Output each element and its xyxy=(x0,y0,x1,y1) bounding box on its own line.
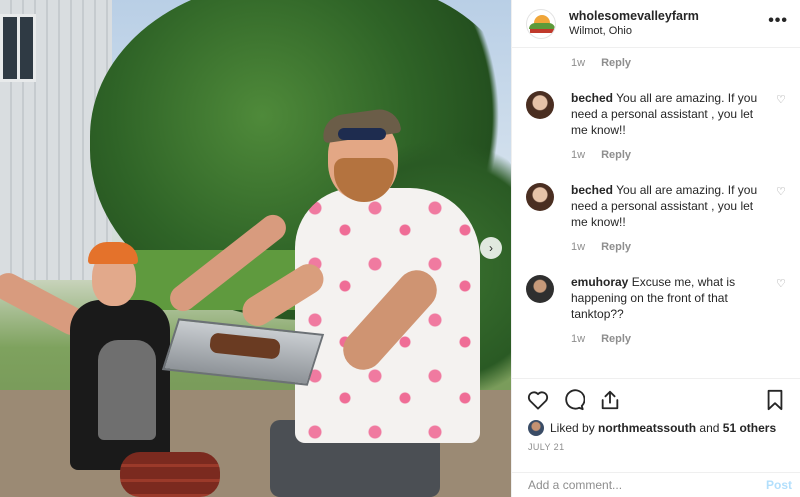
comment-time[interactable]: 1w xyxy=(571,333,585,345)
comment-meta: 1w Reply xyxy=(512,144,800,166)
sunglasses xyxy=(338,128,386,140)
action-icon-row xyxy=(512,379,800,415)
comment-input[interactable] xyxy=(528,477,766,492)
post-comment-button[interactable]: Post xyxy=(766,478,792,492)
reply-button[interactable]: Reply xyxy=(601,57,631,69)
comment-icon[interactable] xyxy=(561,387,587,413)
tanktop-print xyxy=(98,340,156,440)
heart-icon[interactable] xyxy=(525,387,551,413)
sausages xyxy=(120,452,220,497)
chevron-right-icon: › xyxy=(489,241,493,255)
comment-username[interactable]: beched xyxy=(571,91,613,105)
post-username[interactable]: wholesomevalleyfarm xyxy=(569,9,768,24)
likes-and: and xyxy=(699,421,720,435)
comment-time[interactable]: 1w xyxy=(571,149,585,161)
comment-item: emuhoray Excuse me, what is happening on… xyxy=(512,274,800,322)
like-comment-heart-icon[interactable]: ♡ xyxy=(776,93,788,138)
comment-username[interactable]: emuhoray xyxy=(571,275,628,289)
share-icon[interactable] xyxy=(597,387,623,413)
comment-username[interactable]: beched xyxy=(571,183,613,197)
sun-logo-shape xyxy=(534,14,550,23)
comment-time[interactable]: 1w xyxy=(571,241,585,253)
comment-meta: 1w Reply xyxy=(512,236,800,258)
comment-item: beched You all are amazing. If you need … xyxy=(512,90,800,138)
comment-meta: 1w Reply xyxy=(512,328,800,350)
header-text: wholesomevalleyfarm Wilmot, Ohio xyxy=(569,9,768,39)
comment-time[interactable]: 1w xyxy=(571,57,585,69)
post-sidebar: wholesomevalleyfarm Wilmot, Ohio ••• 1w … xyxy=(511,0,800,497)
comments-list[interactable]: 1w Reply beched You all are amazing. If … xyxy=(512,48,800,378)
post-actions: Liked by northmeatssouth and 51 others J… xyxy=(512,378,800,496)
farm-avatar[interactable] xyxy=(526,8,556,39)
commenter-avatar[interactable] xyxy=(526,275,554,303)
liker-avatar[interactable] xyxy=(528,420,544,436)
likes-others-link[interactable]: 51 others xyxy=(723,421,776,435)
logo-band xyxy=(530,28,554,33)
post-photo[interactable]: › xyxy=(0,0,511,497)
post-header: wholesomevalleyfarm Wilmot, Ohio ••• xyxy=(512,0,800,48)
comment-body: beched You all are amazing. If you need … xyxy=(571,90,776,138)
like-comment-heart-icon[interactable]: ♡ xyxy=(776,277,788,322)
post-date[interactable]: JULY 21 xyxy=(512,437,800,459)
likes-summary: Liked by northmeatssouth and 51 others xyxy=(512,415,800,437)
comment-meta: 1w Reply xyxy=(512,52,800,74)
comment-body: beched You all are amazing. If you need … xyxy=(571,182,776,230)
commenter-avatar[interactable] xyxy=(526,183,554,211)
orange-cap xyxy=(88,242,138,264)
post-location[interactable]: Wilmot, Ohio xyxy=(569,24,768,39)
reply-button[interactable]: Reply xyxy=(601,149,631,161)
like-comment-heart-icon[interactable]: ♡ xyxy=(776,185,788,230)
bookmark-icon[interactable] xyxy=(762,387,788,413)
add-comment-bar: Post xyxy=(512,472,800,496)
carousel-next-button[interactable]: › xyxy=(480,237,502,259)
more-options-icon[interactable]: ••• xyxy=(768,12,788,36)
commenter-avatar[interactable] xyxy=(526,91,554,119)
reply-button[interactable]: Reply xyxy=(601,333,631,345)
liker-username[interactable]: northmeatssouth xyxy=(598,421,696,435)
likes-prefix: Liked by xyxy=(550,421,595,435)
reply-button[interactable]: Reply xyxy=(601,241,631,253)
comment-body: emuhoray Excuse me, what is happening on… xyxy=(571,274,776,322)
barn-window xyxy=(0,14,36,82)
comment-item: beched You all are amazing. If you need … xyxy=(512,182,800,230)
